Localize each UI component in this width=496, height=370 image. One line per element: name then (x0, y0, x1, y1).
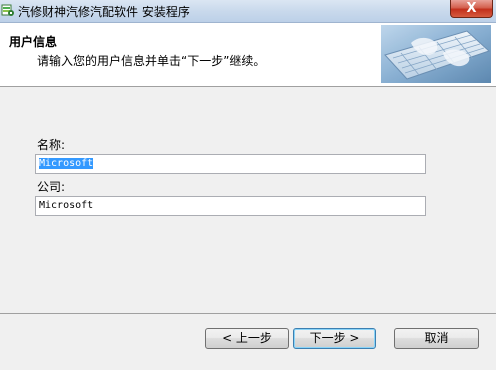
keyboard-hands-image (381, 25, 491, 83)
header-banner: 用户信息 请输入您的用户信息并单击“下一步”继续。 (0, 23, 496, 87)
name-field[interactable]: Microsoft (35, 154, 426, 174)
page-title: 用户信息 (9, 35, 58, 49)
installer-window: 汽修财神汽修汽配软件 安装程序 X 用户信息 请输入您的用户信息并单击“下一步”… (0, 0, 496, 370)
cancel-button[interactable]: 取消 (394, 328, 479, 349)
footer-divider (0, 313, 496, 314)
next-button[interactable]: 下一步 > (293, 328, 376, 349)
bottom-strip (0, 362, 496, 370)
name-field-value: Microsoft (39, 158, 94, 169)
page-subtitle: 请输入您的用户信息并单击“下一步”继续。 (37, 54, 266, 68)
name-label: 名称: (37, 138, 66, 152)
title-bar[interactable]: 汽修财神汽修汽配软件 安装程序 X (0, 0, 496, 23)
close-button[interactable]: X (450, 0, 493, 18)
company-field-value: Microsoft (39, 200, 94, 211)
installer-app-icon (1, 3, 15, 17)
window-title: 汽修财神汽修汽配软件 安装程序 (18, 5, 190, 19)
company-label: 公司: (37, 180, 66, 194)
close-icon: X (466, 1, 477, 16)
back-button[interactable]: < 上一步 (205, 328, 289, 349)
company-field[interactable]: Microsoft (35, 196, 426, 216)
content-area: 名称: Microsoft 公司: Microsoft (0, 87, 496, 313)
